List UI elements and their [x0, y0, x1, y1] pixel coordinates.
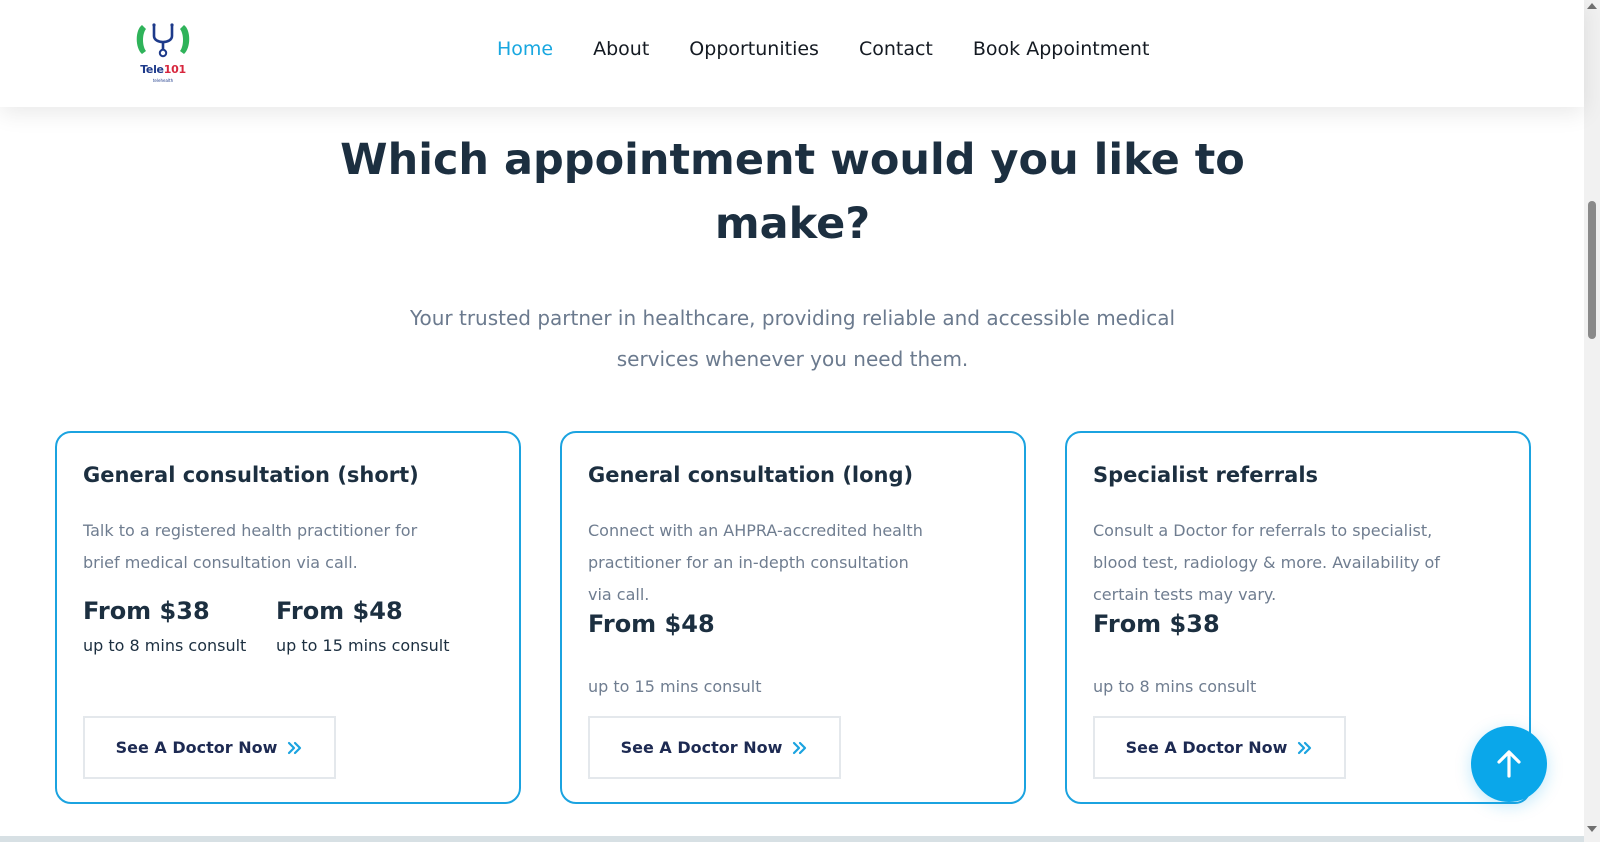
card-title: Specialist referrals [1093, 463, 1319, 487]
nav-about[interactable]: About [593, 38, 649, 66]
double-chevron-right-icon [1297, 741, 1313, 755]
card-general-long: General consultation (long) Connect with… [560, 431, 1026, 804]
button-label: See A Doctor Now [620, 738, 783, 757]
scroll-up-arrow-icon[interactable] [1587, 3, 1597, 9]
card-duration: up to 15 mins consult [588, 677, 762, 696]
scrollbar-thumb[interactable] [1588, 201, 1596, 339]
brand-logo[interactable]: Tele101 telehealth [133, 20, 193, 84]
card-price: From $38 [1093, 610, 1220, 638]
vertical-scrollbar[interactable] [1584, 0, 1600, 842]
card-description: Talk to a registered health practitioner… [83, 515, 483, 579]
page-subtitle-line-2: services whenever you need them. [616, 347, 969, 371]
card-price: From $48 [276, 597, 403, 625]
button-label: See A Doctor Now [115, 738, 278, 757]
card-price: From $48 [588, 610, 715, 638]
page-subtitle-line-1: Your trusted partner in healthcare, prov… [409, 306, 1176, 330]
card-duration: up to 8 mins consult [83, 636, 247, 655]
nav-opportunities[interactable]: Opportunities [689, 38, 819, 66]
button-label: See A Doctor Now [1125, 738, 1288, 757]
card-specialist-referrals: Specialist referrals Consult a Doctor fo… [1065, 431, 1531, 804]
double-chevron-right-icon [287, 741, 303, 755]
brand-tagline: telehealth [152, 78, 174, 83]
stethoscope-phone-icon [136, 23, 190, 58]
nav-book-appointment[interactable]: Book Appointment [973, 38, 1150, 66]
nav-contact[interactable]: Contact [859, 38, 933, 66]
double-chevron-right-icon [792, 741, 808, 755]
card-description: Consult a Doctor for referrals to specia… [1093, 515, 1493, 611]
brand-name-part-b: 101 [163, 63, 186, 76]
card-duration: up to 15 mins consult [276, 636, 450, 655]
card-description-line: via call. [588, 585, 650, 604]
card-description-line: brief medical consultation via call. [83, 553, 358, 572]
card-price: From $38 [83, 597, 210, 625]
page-bottom-edge [0, 836, 1584, 842]
card-description-line: certain tests may vary. [1093, 585, 1277, 604]
scroll-to-top-button[interactable] [1471, 726, 1547, 802]
page-title-line-2: make? [714, 199, 871, 249]
card-title: General consultation (short) [83, 463, 419, 487]
card-duration: up to 8 mins consult [1093, 677, 1257, 696]
brand-name: Tele101 [133, 63, 193, 76]
scroll-down-arrow-icon[interactable] [1587, 826, 1597, 832]
brand-name-part-a: Tele [140, 63, 164, 76]
nav-home[interactable]: Home [497, 38, 553, 66]
card-description-line: practitioner for an in-depth consultatio… [588, 553, 909, 572]
card-description-line: Talk to a registered health practitioner… [83, 521, 418, 540]
card-description-line: Connect with an AHPRA-accredited health [588, 521, 923, 540]
see-a-doctor-button[interactable]: See A Doctor Now [588, 716, 841, 779]
page-subtitle: Your trusted partner in healthcare, prov… [330, 298, 1255, 380]
card-description-line: blood test, radiology & more. Availabili… [1093, 553, 1440, 572]
page-title-line-1: Which appointment would you like to [340, 135, 1245, 185]
main-nav: Home About Opportunities Contact Book Ap… [497, 38, 1189, 66]
see-a-doctor-button[interactable]: See A Doctor Now [83, 716, 336, 779]
arrow-up-icon [1497, 750, 1521, 778]
card-title: General consultation (long) [588, 463, 914, 487]
see-a-doctor-button[interactable]: See A Doctor Now [1093, 716, 1346, 779]
card-description-line: Consult a Doctor for referrals to specia… [1093, 521, 1433, 540]
card-general-short: General consultation (short) Talk to a r… [55, 431, 521, 804]
page-title: Which appointment would you like to make… [300, 128, 1285, 256]
card-description: Connect with an AHPRA-accredited health … [588, 515, 988, 611]
site-header: Tele101 telehealth Home About Opportunit… [0, 0, 1584, 107]
